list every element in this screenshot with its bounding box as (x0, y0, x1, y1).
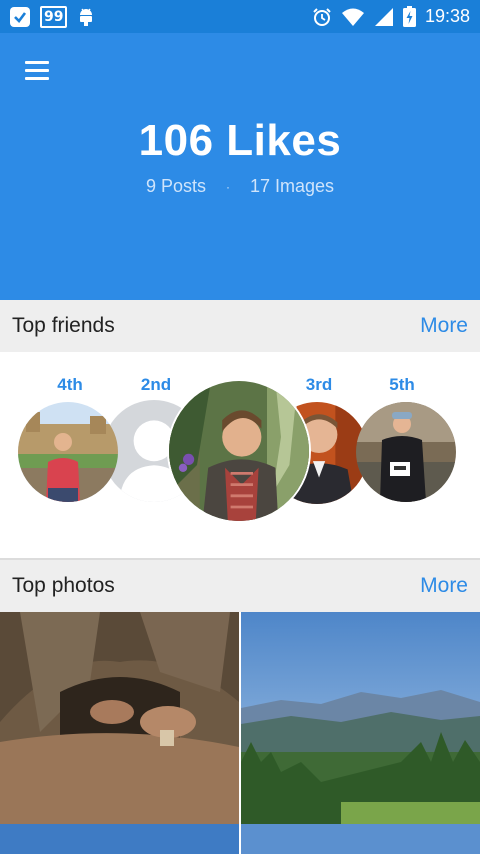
likes-count-title: 106 Likes (138, 116, 342, 165)
photo-strip-left[interactable] (0, 824, 239, 854)
rank-3rd-label: 3rd (305, 375, 333, 394)
top-photos-title: Top photos (12, 574, 115, 597)
friend-avatar-5th[interactable] (356, 402, 456, 502)
android-icon (80, 8, 93, 26)
friend-photo-4th (18, 402, 118, 502)
rank-5th-label: 5th (389, 375, 415, 394)
friend-photo-1st (169, 381, 309, 521)
stats-header: 106 Likes 9 Posts · 17 Images (0, 33, 480, 300)
notification-99-badge: 99 (40, 5, 68, 28)
top-photos-header: Top photos More (0, 560, 480, 612)
status-bar-right: 19:38 (312, 6, 470, 27)
photo-mountains-image (241, 612, 480, 824)
photo-mushrooms-image (0, 612, 239, 824)
battery-icon (402, 6, 416, 27)
signal-icon (374, 7, 393, 26)
rank-4th-label: 4th (57, 375, 83, 394)
rank-2nd-label: 2nd (140, 375, 172, 394)
alarm-icon (313, 7, 331, 26)
clock-time: 19:38 (424, 6, 470, 26)
top-friends-more-link[interactable]: More (420, 314, 468, 338)
top-photos-more-link[interactable]: More (420, 574, 468, 598)
stats-separator: · (225, 180, 230, 195)
images-count: 17 Images (249, 176, 335, 196)
status-bar-left: 99 (10, 5, 95, 28)
photo-mushrooms[interactable] (0, 612, 239, 824)
hamburger-menu-icon[interactable] (22, 55, 54, 87)
check-badge-icon (10, 6, 30, 27)
posts-count: 9 Posts (145, 176, 206, 196)
wifi-icon (341, 8, 364, 26)
friend-avatar-1st[interactable] (167, 379, 311, 523)
stats-summary: 9 Posts · 17 Images (0, 176, 480, 197)
friend-photo-5th (356, 402, 456, 502)
friend-avatar-4th[interactable] (18, 402, 118, 502)
photo-mountains[interactable] (241, 612, 480, 824)
top-friends-header: Top friends More (0, 300, 480, 352)
top-friends-title: Top friends (12, 314, 115, 337)
status-bar: 99 19:38 (0, 0, 480, 33)
photo-strip-right[interactable] (241, 824, 480, 854)
